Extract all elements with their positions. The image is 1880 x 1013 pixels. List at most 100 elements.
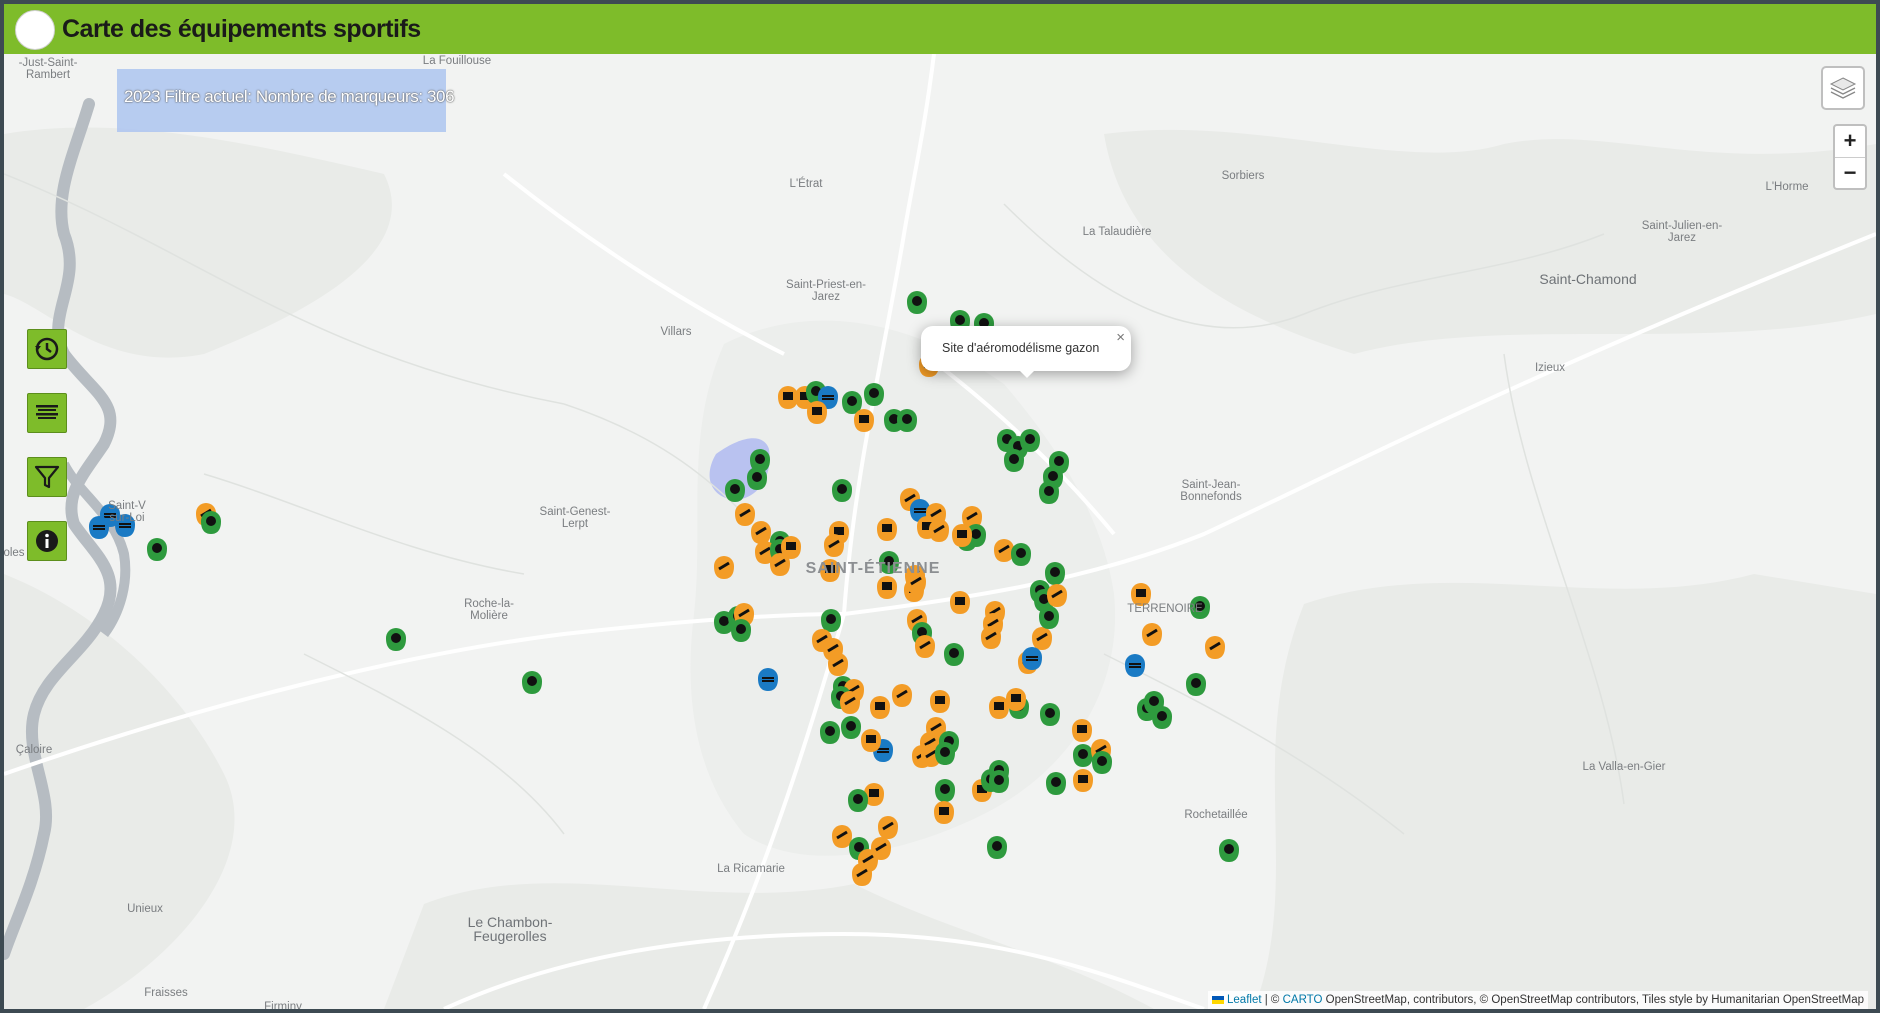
map-marker[interactable]: [852, 863, 872, 886]
map-marker[interactable]: [987, 836, 1007, 859]
map-marker[interactable]: [848, 789, 868, 812]
layers-icon: [1829, 77, 1857, 99]
filter-info-text: 2023 Filtre actuel: Nombre de marqueurs:…: [124, 87, 455, 106]
zoom-out-button[interactable]: −: [1835, 158, 1865, 189]
map-marker[interactable]: [1047, 584, 1067, 607]
map-marker[interactable]: [1046, 772, 1066, 795]
place-label: La Ricamarie: [717, 863, 785, 875]
map-marker[interactable]: [832, 479, 852, 502]
place-label: L'Étrat: [789, 178, 823, 190]
map-marker[interactable]: [522, 671, 542, 694]
map-marker[interactable]: [1039, 606, 1059, 629]
map-marker[interactable]: [877, 518, 897, 541]
attribution-text: OpenStreetMap, contributors, © OpenStree…: [1322, 994, 1864, 1006]
place-label: Unieux: [127, 903, 163, 915]
layers-button[interactable]: [1821, 66, 1865, 110]
map-marker[interactable]: [1219, 839, 1239, 862]
map-marker[interactable]: [935, 779, 955, 802]
map-marker[interactable]: [758, 668, 778, 691]
place-label: Le Chambon- Feugerolles: [467, 914, 553, 944]
info-button[interactable]: [27, 521, 67, 561]
place-label: La Talaudière: [1082, 226, 1152, 238]
map-marker[interactable]: [828, 653, 848, 676]
map-marker[interactable]: [878, 816, 898, 839]
map-marker[interactable]: [952, 524, 972, 547]
map-marker[interactable]: [877, 576, 897, 599]
map-marker[interactable]: [1040, 703, 1060, 726]
map-marker[interactable]: [1006, 688, 1026, 711]
map-marker[interactable]: [1072, 719, 1092, 742]
map-marker[interactable]: [386, 628, 406, 651]
map-marker[interactable]: [935, 742, 955, 765]
carto-link[interactable]: CARTO: [1283, 994, 1323, 1006]
map-marker[interactable]: [731, 619, 751, 642]
map-marker[interactable]: [854, 409, 874, 432]
map-marker[interactable]: [820, 721, 840, 744]
map-marker[interactable]: [1020, 429, 1040, 452]
place-label: Izieux: [1534, 362, 1566, 374]
map-marker[interactable]: [824, 534, 844, 557]
list-button[interactable]: [27, 393, 67, 433]
place-label: Saint-V sur-Loi: [108, 500, 146, 524]
popup-close-button[interactable]: ×: [1116, 330, 1125, 346]
map-marker[interactable]: [934, 801, 954, 824]
map-marker[interactable]: [892, 684, 912, 707]
place-label: La Fouillouse: [422, 55, 492, 67]
map-marker[interactable]: [770, 553, 790, 576]
zoom-in-button[interactable]: +: [1835, 126, 1865, 158]
map-marker[interactable]: [1125, 654, 1145, 677]
filter-button[interactable]: [27, 457, 67, 497]
map-marker[interactable]: [1011, 543, 1031, 566]
map-marker[interactable]: [840, 691, 860, 714]
map-marker[interactable]: [994, 539, 1014, 562]
popup-tip: [1017, 368, 1037, 378]
map-marker[interactable]: [1022, 647, 1042, 670]
map-marker[interactable]: [1073, 744, 1093, 767]
map-marker[interactable]: [841, 716, 861, 739]
logo: [15, 10, 55, 50]
map-marker[interactable]: [1004, 449, 1024, 472]
map-marker[interactable]: [714, 556, 734, 579]
map-marker[interactable]: [747, 467, 767, 490]
filter-info-box: 2023 Filtre actuel: Nombre de marqueurs:…: [117, 69, 455, 132]
map-marker[interactable]: [735, 503, 755, 526]
map-marker[interactable]: [981, 626, 1001, 649]
map-marker[interactable]: [989, 770, 1009, 793]
map-marker[interactable]: [950, 591, 970, 614]
map-marker[interactable]: [930, 690, 950, 713]
map-marker[interactable]: [1205, 636, 1225, 659]
map-marker[interactable]: [1142, 623, 1162, 646]
map-view[interactable]: -Just-Saint- Rambert La Fouillouse L'Étr…: [4, 54, 1876, 1009]
map-marker[interactable]: [1039, 481, 1059, 504]
map-marker[interactable]: [1045, 562, 1065, 585]
map-marker[interactable]: [1186, 673, 1206, 696]
map-marker[interactable]: [929, 519, 949, 542]
map-marker[interactable]: [861, 729, 881, 752]
map-marker[interactable]: [89, 516, 109, 539]
map-marker[interactable]: [201, 511, 221, 534]
map-marker[interactable]: [1073, 769, 1093, 792]
place-label: Çaloire: [15, 744, 53, 756]
map-marker[interactable]: [897, 409, 917, 432]
zoom-control: + −: [1833, 124, 1867, 190]
map-marker[interactable]: [807, 401, 827, 424]
map-marker[interactable]: [751, 521, 771, 544]
history-button[interactable]: [27, 329, 67, 369]
map-marker[interactable]: [832, 825, 852, 848]
map-marker[interactable]: [725, 479, 745, 502]
map-marker[interactable]: [989, 696, 1009, 719]
info-icon: [36, 530, 58, 552]
map-marker[interactable]: [821, 609, 841, 632]
map-marker[interactable]: [915, 635, 935, 658]
map-marker[interactable]: [778, 386, 798, 409]
map-marker[interactable]: [1092, 751, 1112, 774]
map-marker[interactable]: [870, 696, 890, 719]
map-marker[interactable]: [907, 291, 927, 314]
leaflet-link[interactable]: Leaflet: [1227, 994, 1262, 1006]
map-marker[interactable]: [1152, 706, 1172, 729]
map-marker[interactable]: [1032, 627, 1052, 650]
place-label: oles: [4, 547, 25, 559]
map-marker[interactable]: [147, 538, 167, 561]
map-marker[interactable]: [944, 643, 964, 666]
map-marker[interactable]: [864, 383, 884, 406]
